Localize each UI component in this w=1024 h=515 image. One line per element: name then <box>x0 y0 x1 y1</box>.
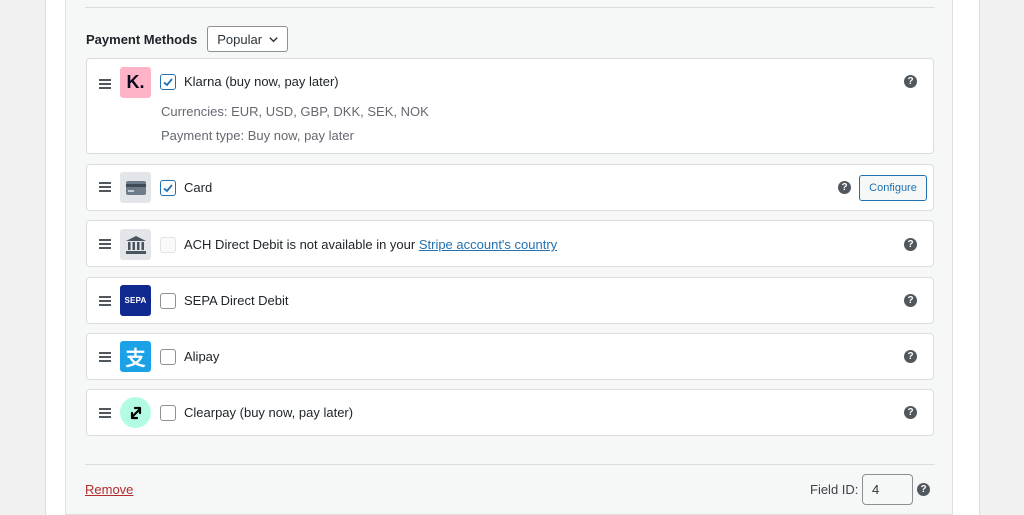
payment-method-klarna: K. Klarna (buy now, pay later) Currencie… <box>86 58 934 154</box>
help-icon[interactable]: ? <box>917 483 930 496</box>
card-logo-icon <box>120 172 151 203</box>
help-icon[interactable]: ? <box>904 406 917 419</box>
ach-checkbox <box>160 237 176 253</box>
payment-method-ach: ACH Direct Debit is not available in you… <box>86 220 934 267</box>
drag-handle-icon[interactable] <box>99 296 111 306</box>
alipay-label: Alipay <box>184 349 220 364</box>
help-icon[interactable]: ? <box>904 294 917 307</box>
payment-method-card: Card ? Configure <box>86 164 934 211</box>
configure-button[interactable]: Configure <box>859 175 927 201</box>
payment-method-sepa: SEPA SEPA Direct Debit ? <box>86 277 934 324</box>
checkmark-icon <box>163 184 173 193</box>
payment-methods-label: Payment Methods <box>86 31 198 47</box>
sepa-label: SEPA Direct Debit <box>184 293 289 308</box>
payment-methods-filter-select[interactable]: Popular <box>207 26 289 52</box>
alipay-logo-icon: 支 <box>120 341 151 372</box>
field-id-input[interactable]: 4 <box>862 474 913 505</box>
sepa-checkbox[interactable] <box>160 293 176 309</box>
klarna-checkbox[interactable] <box>160 74 176 90</box>
chevron-down-icon <box>269 36 278 42</box>
drag-handle-icon[interactable] <box>99 79 111 89</box>
help-icon[interactable]: ? <box>904 238 917 251</box>
klarna-logo-icon: K. <box>120 67 151 98</box>
filter-selected-value: Popular <box>217 31 263 47</box>
payment-methods-header: Payment Methods Popular <box>86 26 289 52</box>
payment-method-alipay: 支 Alipay ? <box>86 333 934 380</box>
klarna-label: Klarna (buy now, pay later) <box>184 74 339 89</box>
stripe-account-country-link[interactable]: Stripe account's country <box>419 237 557 252</box>
checkmark-icon <box>163 78 173 87</box>
help-icon[interactable]: ? <box>904 350 917 363</box>
sepa-logo-icon: SEPA <box>120 285 151 316</box>
klarna-currencies: Currencies: EUR, USD, GBP, DKK, SEK, NOK <box>161 104 429 119</box>
drag-handle-icon[interactable] <box>99 239 111 249</box>
field-id-label: Field ID: <box>810 482 859 497</box>
clearpay-label: Clearpay (buy now, pay later) <box>184 405 354 420</box>
bottom-divider <box>85 464 935 465</box>
alipay-checkbox[interactable] <box>160 349 176 365</box>
help-icon[interactable]: ? <box>838 181 851 194</box>
klarna-payment-type: Payment type: Buy now, pay later <box>161 128 354 143</box>
clearpay-logo-icon <box>120 397 151 428</box>
card-label: Card <box>184 180 213 195</box>
remove-link[interactable]: Remove <box>85 482 133 497</box>
card-checkbox[interactable] <box>160 180 176 196</box>
clearpay-checkbox[interactable] <box>160 405 176 421</box>
drag-handle-icon[interactable] <box>99 182 111 192</box>
drag-handle-icon[interactable] <box>99 408 111 418</box>
bank-icon <box>120 229 151 260</box>
ach-label: ACH Direct Debit is not available in you… <box>184 237 558 252</box>
drag-handle-icon[interactable] <box>99 352 111 362</box>
payment-method-clearpay: Clearpay (buy now, pay later) ? <box>86 389 934 436</box>
help-icon[interactable]: ? <box>904 75 917 88</box>
top-divider <box>85 7 935 8</box>
